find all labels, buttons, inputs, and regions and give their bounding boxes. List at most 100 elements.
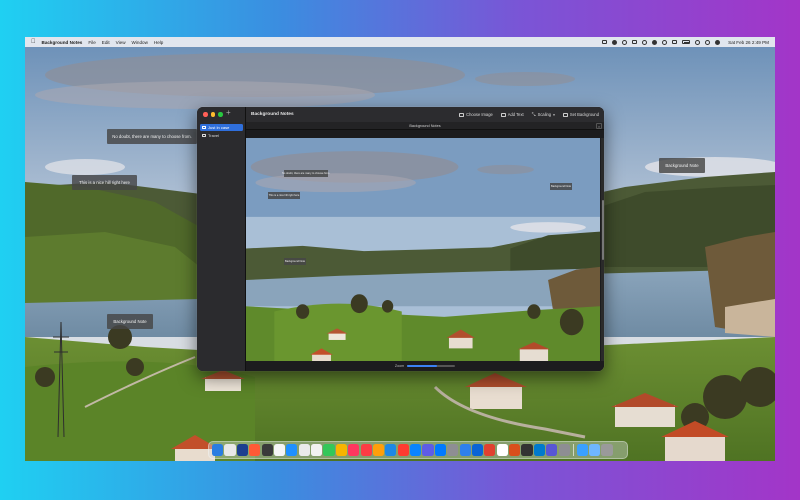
add-text-label: Add Text: [507, 112, 524, 117]
app-window: + Just In case Travel Background Notes C…: [197, 107, 604, 371]
dock-separator: [572, 444, 574, 456]
desktop-screen:  Background Notes File Edit View Window…: [25, 37, 775, 461]
dock-app-icon[interactable]: [360, 444, 372, 456]
sidebar-item-travel[interactable]: Travel: [200, 132, 243, 139]
menu-file[interactable]: File: [88, 40, 95, 45]
window-title: Background Notes: [251, 112, 294, 117]
timer-icon[interactable]: [642, 39, 648, 45]
scrollbar-thumb[interactable]: [601, 200, 604, 260]
preview-note[interactable]: Background Note: [550, 183, 572, 190]
desktop-icon: [562, 112, 568, 117]
dock-folder-icon[interactable]: [601, 444, 613, 456]
toolbar-actions: Choose Image Add Text ⤡ Scaling ▾ Set Ba…: [459, 112, 599, 117]
dock-app-icon[interactable]: [261, 444, 273, 456]
dock-app-icon[interactable]: [410, 444, 422, 456]
keyboard-icon[interactable]: [672, 40, 678, 44]
dock-app-icon[interactable]: [323, 444, 335, 456]
close-window-button[interactable]: [203, 112, 208, 117]
sidebar-item-label: Travel: [208, 133, 219, 138]
scaling-dropdown[interactable]: ⤡ Scaling ▾: [532, 112, 555, 117]
scaling-label: Scaling: [537, 112, 552, 117]
battery-icon[interactable]: [682, 40, 691, 44]
wifi-icon[interactable]: [695, 39, 701, 45]
dock-app-icon[interactable]: [298, 444, 310, 456]
screen-mirror-icon[interactable]: [602, 40, 608, 44]
photo-icon: [202, 134, 206, 137]
add-text-button[interactable]: Add Text: [500, 112, 524, 117]
preview-note[interactable]: Background Note: [284, 258, 306, 265]
dock-app-icon[interactable]: [434, 444, 446, 456]
desktop-note[interactable]: This is a nice hill right here: [72, 175, 137, 190]
dock-folder-icon[interactable]: [576, 444, 588, 456]
dock-app-icon[interactable]: [348, 444, 360, 456]
control-icon[interactable]: [622, 39, 628, 45]
apple-menu-icon[interactable]: : [31, 37, 36, 47]
menu-bar:  Background Notes File Edit View Window…: [25, 37, 775, 47]
dock-app-icon[interactable]: [509, 444, 521, 456]
add-item-button[interactable]: +: [226, 109, 231, 117]
desktop-note[interactable]: Background Note: [659, 158, 705, 173]
preview-canvas[interactable]: No doubt, there are many to choose from.…: [246, 138, 600, 361]
status-area: Sat Feb 26 2:49 PM: [602, 39, 769, 45]
search-icon[interactable]: [705, 39, 711, 45]
dock-app-icon[interactable]: [385, 444, 397, 456]
dock-app-icon[interactable]: [397, 444, 409, 456]
sidebar-item-just-in-case[interactable]: Just In case: [200, 124, 243, 131]
bluetooth-icon[interactable]: [662, 39, 668, 45]
dock-app-icon[interactable]: [249, 444, 261, 456]
zoom-slider[interactable]: [407, 364, 456, 368]
preview-note[interactable]: No doubt, there are many to choose from.: [282, 170, 330, 177]
dock-app-icon[interactable]: [372, 444, 385, 456]
dock-app-icon[interactable]: [459, 444, 471, 456]
choose-image-label: Choose Image: [466, 112, 493, 117]
dock-app-icon[interactable]: [286, 444, 298, 456]
dock-app-icon[interactable]: [212, 444, 224, 456]
dock-app-icon[interactable]: [311, 444, 323, 456]
menu-clock[interactable]: Sat Feb 26 2:49 PM: [728, 40, 769, 45]
close-tab-icon[interactable]: ×: [596, 123, 602, 129]
menu-help[interactable]: Help: [154, 40, 163, 45]
resize-icon: ⤡: [531, 111, 536, 118]
choose-image-button[interactable]: Choose Image: [459, 112, 493, 117]
minimize-window-button[interactable]: [210, 112, 215, 117]
set-background-button[interactable]: Set Background: [562, 112, 599, 117]
set-background-label: Set Background: [569, 112, 599, 117]
dock-app-icon[interactable]: [236, 444, 248, 456]
tab-title[interactable]: Background Notes: [409, 124, 440, 128]
zoom-slider-fill: [407, 364, 437, 368]
vertical-scrollbar[interactable]: [601, 138, 604, 361]
dock: [208, 441, 628, 459]
dock-app-icon[interactable]: [558, 444, 570, 456]
zoom-window-button[interactable]: [218, 112, 223, 117]
record-icon[interactable]: [612, 39, 618, 45]
text-box-icon: [500, 112, 506, 117]
dock-app-icon[interactable]: [335, 444, 347, 456]
desktop-note[interactable]: No doubt, there are many to choose from.: [107, 129, 197, 144]
menu-window[interactable]: Window: [132, 40, 148, 45]
dock-app-icon[interactable]: [422, 444, 434, 456]
toolbar: Background Notes Choose Image Add Text ⤡…: [246, 107, 604, 122]
dock-app-icon[interactable]: [521, 444, 533, 456]
zoom-control: Zoom: [246, 361, 604, 371]
menu-view[interactable]: View: [116, 40, 126, 45]
menu-edit[interactable]: Edit: [102, 40, 110, 45]
dock-app-icon[interactable]: [484, 444, 496, 456]
dock-folder-icon[interactable]: [589, 444, 601, 456]
desktop-note[interactable]: Background Note: [107, 314, 153, 329]
preview-note[interactable]: This is a nice hill right here: [268, 192, 300, 199]
control-center-icon[interactable]: [715, 39, 721, 45]
dock-app-icon[interactable]: [533, 444, 545, 456]
image-icon: [459, 112, 465, 117]
dock-app-icon[interactable]: [273, 444, 286, 456]
display-icon[interactable]: [632, 40, 638, 44]
sidebar-list: Just In case Travel: [200, 124, 243, 140]
dock-app-icon[interactable]: [546, 444, 558, 456]
dock-app-icon[interactable]: [471, 444, 484, 456]
dock-app-icon[interactable]: [224, 444, 236, 456]
dock-app-icon[interactable]: [496, 444, 508, 456]
photo-icon: [202, 126, 206, 129]
menu-app-name[interactable]: Background Notes: [42, 40, 83, 45]
sidebar-item-label: Just In case: [208, 125, 230, 130]
focus-icon[interactable]: [652, 39, 658, 45]
dock-app-icon[interactable]: [447, 444, 459, 456]
